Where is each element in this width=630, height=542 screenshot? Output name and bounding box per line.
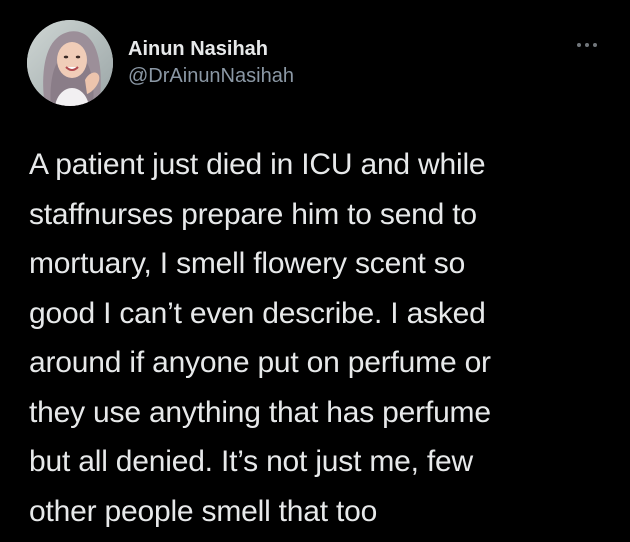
user-handle[interactable]: @DrAinunNasihah [128,63,294,89]
avatar-image [27,20,113,106]
tweet-text: A patient just died in ICU and while sta… [29,148,491,528]
more-options-icon [577,43,581,47]
tweet-card: Ainun Nasihah @DrAinunNasihah A patient … [0,0,630,542]
more-options-icon-dot [585,43,589,47]
avatar[interactable] [27,20,113,106]
more-options-button[interactable] [570,34,604,56]
author-names: Ainun Nasihah @DrAinunNasihah [128,36,294,89]
more-options-icon-dot [593,43,597,47]
display-name[interactable]: Ainun Nasihah [128,36,294,62]
tweet-header: Ainun Nasihah @DrAinunNasihah [27,20,603,108]
